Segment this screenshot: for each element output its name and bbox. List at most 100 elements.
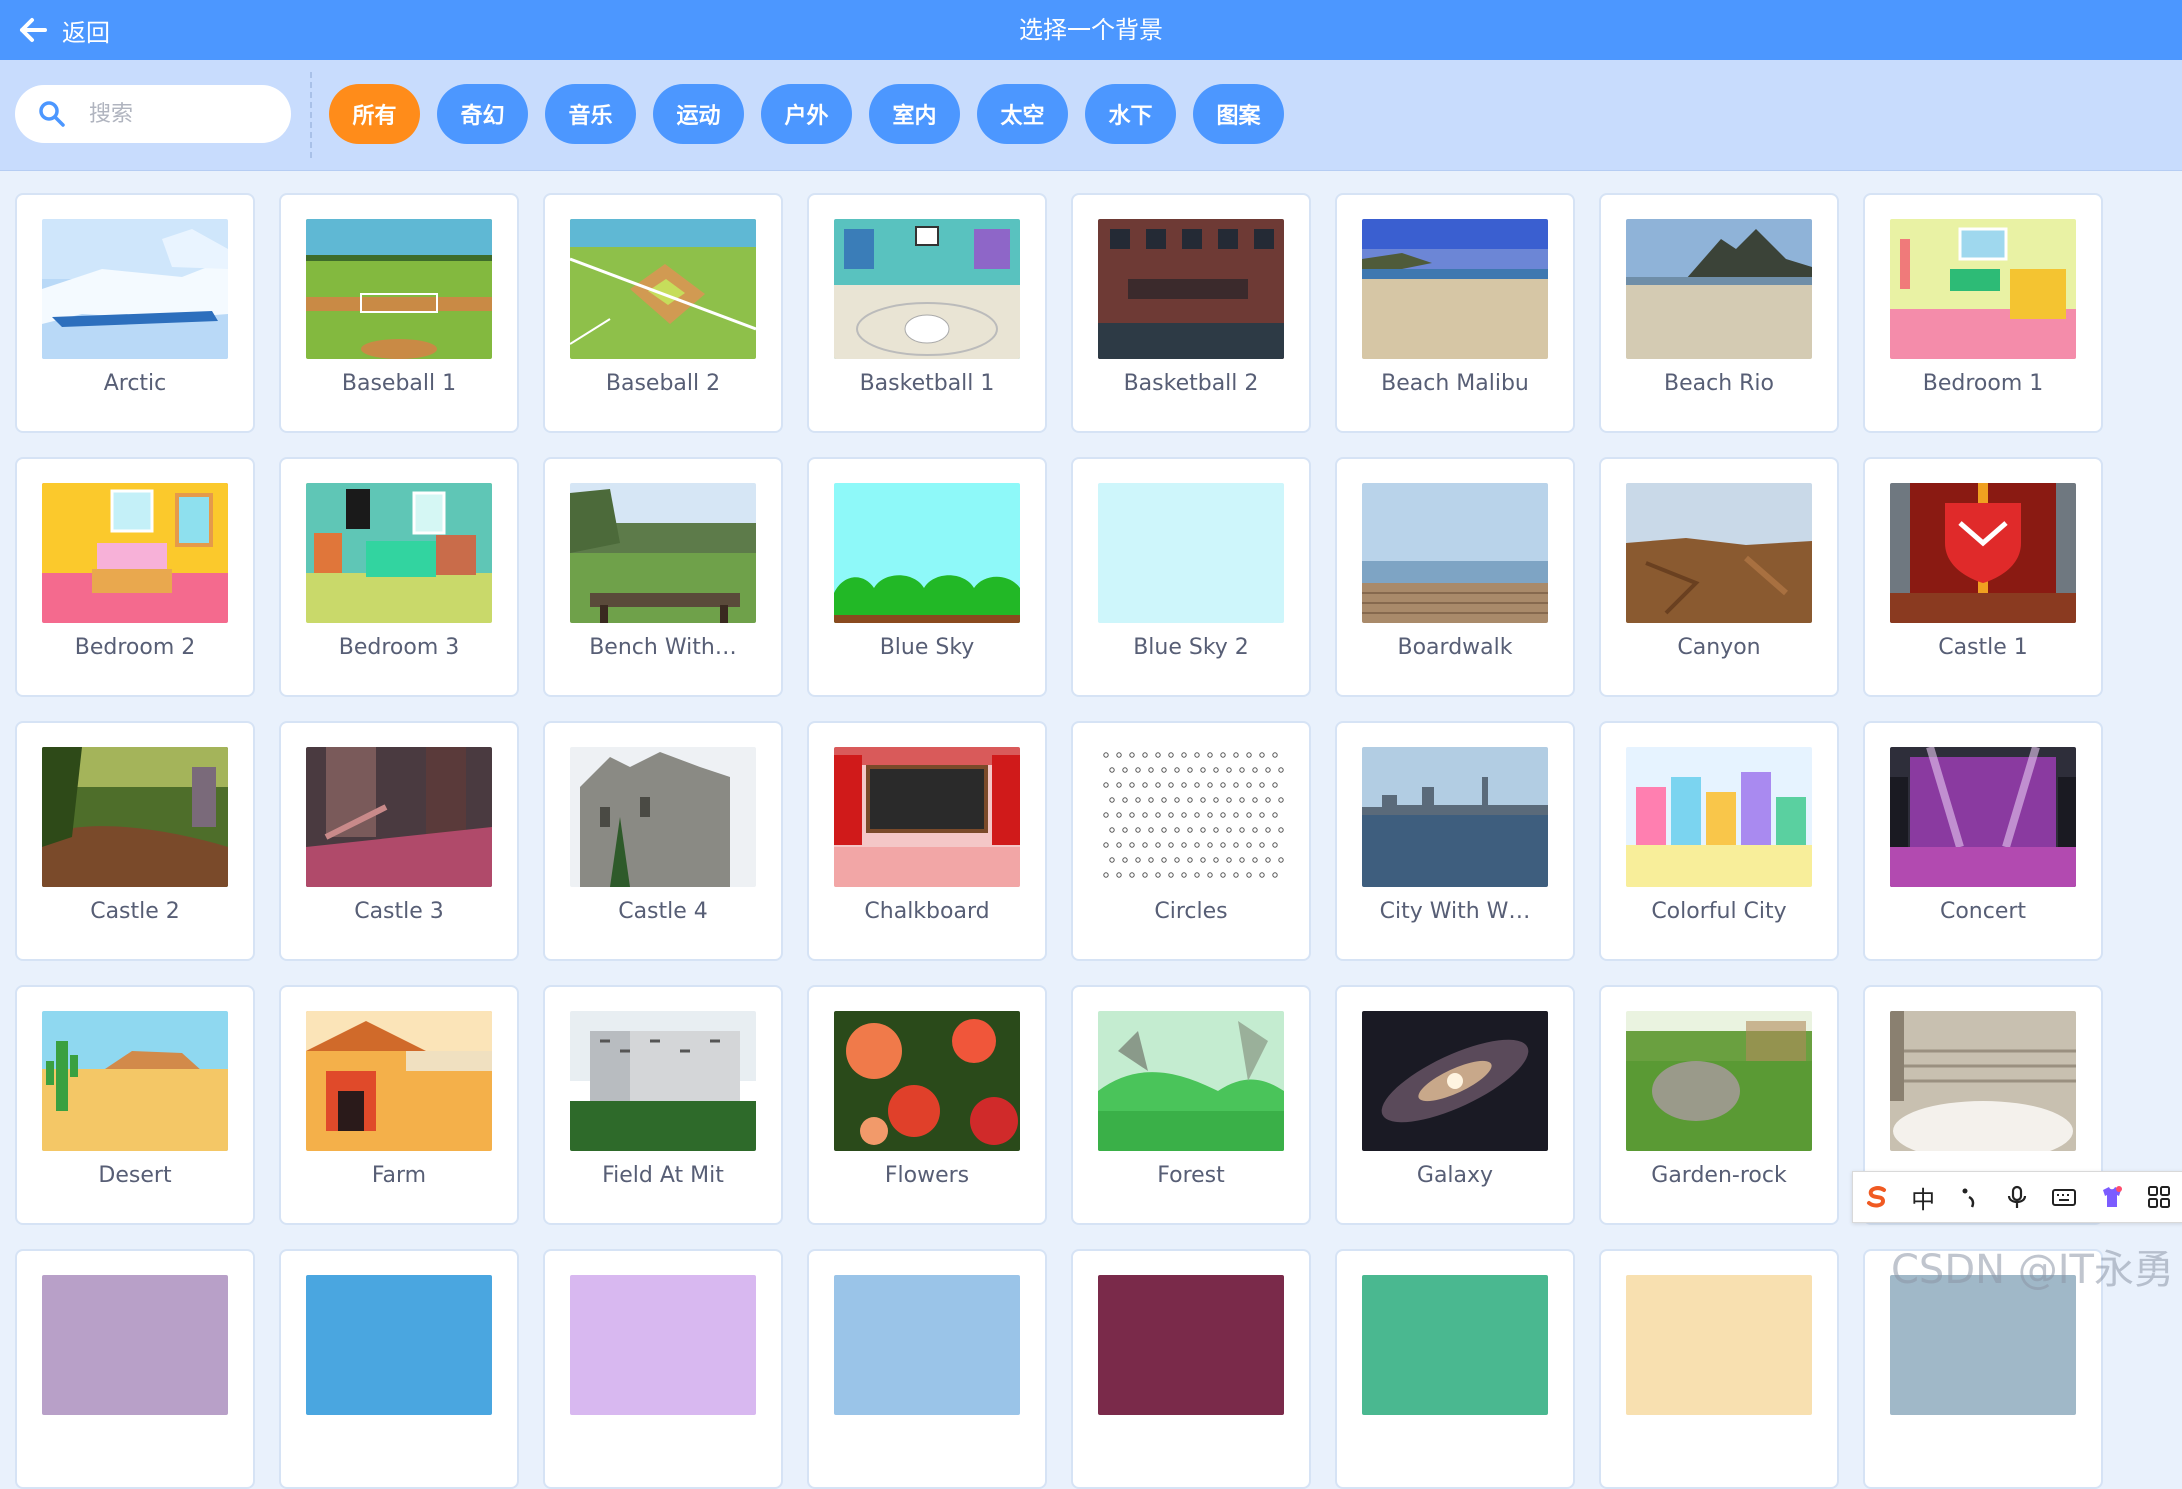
keyboard-icon[interactable]	[2051, 1184, 2077, 1210]
backdrop-thumbnail	[1098, 219, 1284, 359]
backdrop-card[interactable]	[807, 1249, 1047, 1489]
microphone-icon[interactable]	[2004, 1184, 2030, 1210]
backdrop-thumbnail	[834, 747, 1020, 887]
backdrop-card-desert[interactable]: Desert	[15, 985, 255, 1225]
backdrop-card[interactable]	[1071, 1249, 1311, 1489]
tag-button[interactable]: 户外	[761, 84, 852, 144]
backdrop-thumbnail	[306, 483, 492, 623]
backdrop-thumbnail	[834, 483, 1020, 623]
backdrop-card-forest[interactable]: Forest	[1071, 985, 1311, 1225]
backdrop-thumbnail	[1890, 1011, 2076, 1151]
backdrop-thumbnail	[1362, 483, 1548, 623]
backdrop-thumbnail	[834, 1275, 1020, 1415]
backdrop-name: Bedroom 1	[1922, 371, 2044, 396]
backdrop-card[interactable]	[1335, 1249, 1575, 1489]
search-box[interactable]	[15, 85, 291, 143]
backdrop-card-arctic[interactable]: Arctic	[15, 193, 255, 433]
backdrop-thumbnail	[1362, 1275, 1548, 1415]
tag-button[interactable]: 音乐	[545, 84, 636, 144]
backdrop-name: Baseball 2	[605, 371, 721, 396]
backdrop-card-flowers[interactable]: Flowers	[807, 985, 1047, 1225]
backdrop-card-bench-with[interactable]: Bench With…	[543, 457, 783, 697]
punctuation-icon[interactable]	[1957, 1184, 1983, 1210]
backdrop-thumbnail	[42, 483, 228, 623]
backdrop-card-bedroom-2[interactable]: Bedroom 2	[15, 457, 255, 697]
tag-button[interactable]: 水下	[1085, 84, 1176, 144]
backdrop-card-basketball-1[interactable]: Basketball 1	[807, 193, 1047, 433]
backdrop-card[interactable]	[1599, 1249, 1839, 1489]
backdrop-thumbnail	[42, 1275, 228, 1415]
watermark: CSDN @IT永勇	[1891, 1247, 2174, 1293]
backdrop-card-blue-sky[interactable]: Blue Sky	[807, 457, 1047, 697]
backdrop-card-blue-sky-2[interactable]: Blue Sky 2	[1071, 457, 1311, 697]
backdrop-card-castle-4[interactable]: Castle 4	[543, 721, 783, 961]
backdrop-thumbnail	[1626, 747, 1812, 887]
backdrop-card-colorful-city[interactable]: Colorful City	[1599, 721, 1839, 961]
backdrop-thumbnail	[1362, 219, 1548, 359]
backdrop-thumbnail	[1362, 1011, 1548, 1151]
backdrop-name: Castle 3	[354, 899, 444, 924]
backdrop-name: Baseball 1	[341, 371, 457, 396]
backdrop-card-garden-rock[interactable]: Garden-rock	[1599, 985, 1839, 1225]
tag-button[interactable]: 太空	[977, 84, 1068, 144]
backdrop-thumbnail	[834, 1011, 1020, 1151]
backdrop-name: Concert	[1939, 899, 2027, 924]
backdrop-thumbnail	[42, 1011, 228, 1151]
backdrop-name: Garden-rock	[1651, 1163, 1787, 1188]
search-icon	[39, 101, 65, 127]
backdrop-card-farm[interactable]: Farm	[279, 985, 519, 1225]
backdrop-thumbnail	[570, 1275, 756, 1415]
backdrop-name: Forest	[1157, 1163, 1225, 1188]
backdrop-name: Blue Sky 2	[1133, 635, 1249, 660]
tag-button[interactable]: 奇幻	[437, 84, 528, 144]
backdrop-card-boardwalk[interactable]: Boardwalk	[1335, 457, 1575, 697]
backdrop-card-field-at-mit[interactable]: Field At Mit	[543, 985, 783, 1225]
backdrop-card-castle-1[interactable]: Castle 1	[1863, 457, 2103, 697]
backdrop-name: Basketball 2	[1123, 371, 1259, 396]
backdrop-card-circles[interactable]: Circles	[1071, 721, 1311, 961]
backdrop-card-castle-3[interactable]: Castle 3	[279, 721, 519, 961]
tag-button[interactable]: 室内	[869, 84, 960, 144]
search-input[interactable]	[87, 100, 261, 128]
backdrop-thumbnail	[1890, 747, 2076, 887]
backdrop-card-chalkboard[interactable]: Chalkboard	[807, 721, 1047, 961]
backdrop-card-canyon[interactable]: Canyon	[1599, 457, 1839, 697]
backdrop-thumbnail	[42, 219, 228, 359]
backdrop-name: Castle 1	[1938, 635, 2028, 660]
backdrop-thumbnail	[306, 1275, 492, 1415]
backdrop-name: Field At Mit	[602, 1163, 724, 1188]
tag-button[interactable]: 运动	[653, 84, 744, 144]
backdrop-card-castle-2[interactable]: Castle 2	[15, 721, 255, 961]
backdrop-card-bedroom-1[interactable]: Bedroom 1	[1863, 193, 2103, 433]
backdrop-card-baseball-2[interactable]: Baseball 2	[543, 193, 783, 433]
backdrop-card-baseball-1[interactable]: Baseball 1	[279, 193, 519, 433]
backdrop-thumbnail	[1098, 483, 1284, 623]
backdrop-name: Castle 4	[618, 899, 708, 924]
backdrop-card-beach-rio[interactable]: Beach Rio	[1599, 193, 1839, 433]
backdrop-name: Canyon	[1677, 635, 1761, 660]
backdrop-name: Castle 2	[90, 899, 180, 924]
backdrop-thumbnail	[570, 747, 756, 887]
tag-button[interactable]: 所有	[329, 84, 420, 144]
tag-button[interactable]: 图案	[1193, 84, 1284, 144]
backdrop-card[interactable]	[279, 1249, 519, 1489]
backdrop-thumbnail	[1098, 1011, 1284, 1151]
backdrop-name: Beach Rio	[1664, 371, 1774, 396]
backdrop-thumbnail	[306, 747, 492, 887]
backdrop-card-city-with-w[interactable]: City With W…	[1335, 721, 1575, 961]
backdrop-card[interactable]	[543, 1249, 783, 1489]
backdrop-card-concert[interactable]: Concert	[1863, 721, 2103, 961]
backdrop-thumbnail	[1626, 483, 1812, 623]
sogou-logo-icon[interactable]	[1864, 1184, 1890, 1210]
toolbox-grid-icon[interactable]	[2146, 1184, 2172, 1210]
backdrop-card-basketball-2[interactable]: Basketball 2	[1071, 193, 1311, 433]
backdrop-thumbnail	[1626, 1275, 1812, 1415]
ime-mode-label[interactable]: 中	[1911, 1180, 1935, 1215]
backdrop-name: Bedroom 3	[338, 635, 460, 660]
backdrop-card-galaxy[interactable]: Galaxy	[1335, 985, 1575, 1225]
backdrop-name: Basketball 1	[859, 371, 995, 396]
backdrop-card-bedroom-3[interactable]: Bedroom 3	[279, 457, 519, 697]
skin-icon[interactable]	[2099, 1184, 2125, 1210]
backdrop-card-beach-malibu[interactable]: Beach Malibu	[1335, 193, 1575, 433]
backdrop-card[interactable]	[15, 1249, 255, 1489]
